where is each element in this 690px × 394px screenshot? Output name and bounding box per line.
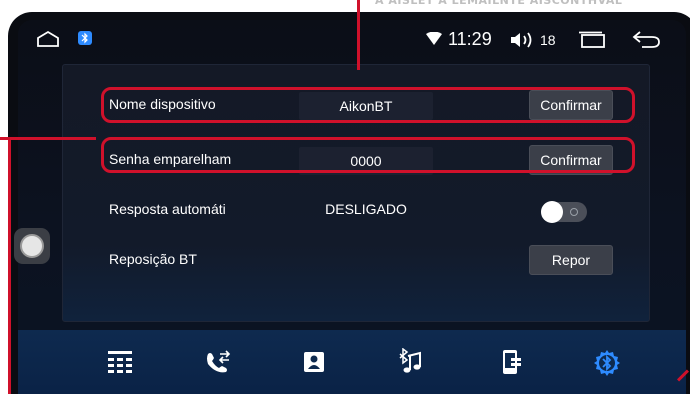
phone-device-icon <box>503 350 521 374</box>
nav-call-log[interactable] <box>198 342 238 382</box>
nav-phone-device[interactable] <box>490 342 530 382</box>
auto-answer-row: Resposta automáti DESLIGADO <box>63 190 651 230</box>
contacts-icon <box>304 352 324 372</box>
wifi-icon <box>426 31 442 51</box>
head-unit-frame: 11:29 18 Nome dispositivo AikonBT Confir… <box>8 12 690 394</box>
highlight-pairing-password <box>101 137 635 173</box>
nav-bluetooth-settings[interactable] <box>586 342 626 382</box>
auto-answer-state: DESLIGADO <box>325 201 407 217</box>
reset-bluetooth-button[interactable]: Repor <box>529 245 613 275</box>
home-icon[interactable] <box>36 30 60 53</box>
bt-reset-row: Reposição BT Repor <box>63 240 651 280</box>
top-banner-text: A AISLET A LEMAILNTE AISCONTHVAL <box>375 0 623 7</box>
call-log-icon <box>207 350 231 373</box>
nav-bt-music[interactable] <box>390 342 430 382</box>
volume-icon[interactable] <box>510 31 538 54</box>
highlight-device-name <box>101 87 635 123</box>
status-bar: 11:29 18 <box>18 20 686 60</box>
annotation-line-top <box>357 0 360 70</box>
annotation-line-left <box>0 137 96 140</box>
bluetooth-status-icon <box>78 31 92 45</box>
bottom-navigation <box>18 330 686 394</box>
assistive-touch-icon <box>20 234 44 258</box>
toggle-off-indicator-icon <box>570 208 578 216</box>
bluetooth-settings-icon <box>594 350 620 376</box>
bt-reset-label: Reposição BT <box>109 251 197 267</box>
clock: 11:29 <box>448 29 492 49</box>
auto-answer-label: Resposta automáti <box>109 201 226 217</box>
volume-level: 18 <box>540 32 556 48</box>
nav-dialpad[interactable] <box>100 342 140 382</box>
annotation-line-left-down <box>8 137 11 394</box>
toggle-knob <box>541 201 563 223</box>
back-icon[interactable] <box>632 30 662 55</box>
screen: 11:29 18 Nome dispositivo AikonBT Confir… <box>18 20 686 394</box>
bt-music-icon <box>399 348 421 373</box>
recent-apps-icon[interactable] <box>578 31 606 54</box>
dialpad-icon <box>108 351 132 373</box>
nav-contacts[interactable] <box>294 342 334 382</box>
bluetooth-settings-panel: Nome dispositivo AikonBT Confirmar Senha… <box>62 64 650 322</box>
auto-answer-toggle[interactable] <box>541 201 587 223</box>
assistive-touch-button[interactable] <box>14 228 50 264</box>
